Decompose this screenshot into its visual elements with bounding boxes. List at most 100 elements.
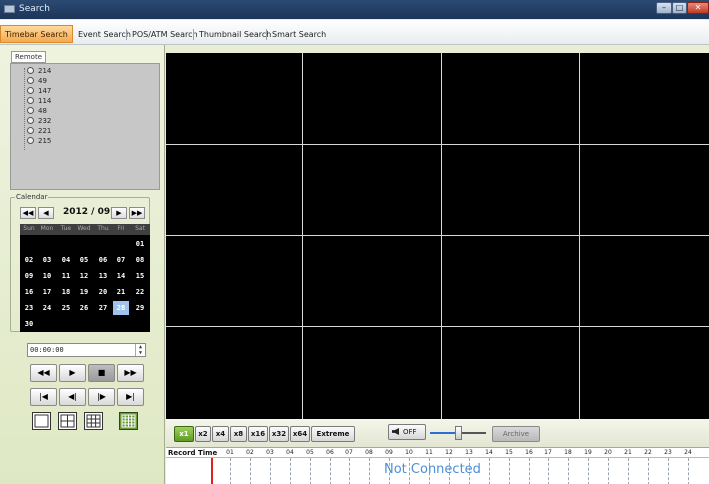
calendar-day[interactable]: 14 — [113, 269, 129, 283]
close-button[interactable]: ✕ — [687, 2, 709, 14]
timeline-hour-label: 14 — [485, 449, 493, 456]
connection-status: Not Connected — [384, 462, 481, 477]
prev-month-button[interactable]: ◀ — [38, 207, 54, 219]
calendar-day[interactable]: 18 — [58, 285, 74, 299]
timeline-hour-line — [369, 458, 370, 484]
calendar-day[interactable]: 25 — [58, 301, 74, 315]
calendar-day[interactable]: 05 — [76, 253, 92, 267]
record-timeline[interactable]: Record Time 01 02 03 04 05 06 07 08 09 10 11 12 13 14… — [166, 447, 709, 484]
go-to-start-button[interactable]: |◀ — [30, 388, 57, 406]
camera-item[interactable]: 147 — [27, 86, 51, 96]
calendar-day[interactable]: 29 — [132, 301, 148, 315]
calendar-day[interactable]: 28 — [113, 301, 129, 315]
calendar-day[interactable]: 23 — [21, 301, 37, 315]
camera-item[interactable]: 114 — [27, 96, 51, 106]
go-to-end-button[interactable]: ▶| — [117, 388, 144, 406]
calendar-day[interactable]: 06 — [95, 253, 111, 267]
calendar-day[interactable]: 21 — [113, 285, 129, 299]
speed-x64-button[interactable]: x64 — [290, 426, 310, 442]
weekday-label: Wed — [77, 225, 91, 232]
tab-thumbnail-search[interactable]: Thumbnail Search — [195, 27, 275, 42]
timeline-hour-label: 19 — [584, 449, 592, 456]
volume-slider[interactable] — [428, 426, 488, 442]
calendar-day[interactable]: 10 — [39, 269, 55, 283]
speed-x16-button[interactable]: x16 — [248, 426, 268, 442]
stop-button[interactable]: ■ — [88, 364, 115, 382]
fast-rewind-button[interactable]: ◀◀ — [30, 364, 57, 382]
time-input[interactable]: 00:00:00 ▲ ▼ — [27, 343, 146, 357]
fast-forward-button[interactable]: ▶▶ — [117, 364, 144, 382]
volume-thumb[interactable] — [455, 426, 462, 440]
calendar-day[interactable]: 13 — [95, 269, 111, 283]
timeline-playhead[interactable] — [211, 458, 213, 484]
camera-icon — [27, 137, 34, 144]
camera-item[interactable]: 221 — [27, 126, 51, 136]
speaker-icon — [392, 428, 399, 435]
timeline-hour-line — [349, 458, 350, 484]
timeline-hour-line — [548, 458, 549, 484]
video-grid[interactable] — [166, 53, 709, 419]
tab-pos-atm-search[interactable]: POS/ATM Search — [128, 27, 202, 42]
calendar-day[interactable]: 01 — [132, 237, 148, 251]
camera-tree: 214 49 147 114 48 232 221 215 — [10, 63, 160, 190]
calendar-day[interactable]: 26 — [76, 301, 92, 315]
tab-smart-search[interactable]: Smart Search — [268, 27, 330, 42]
timeline-hour-label: 22 — [644, 449, 652, 456]
remote-tab[interactable]: Remote — [11, 51, 47, 63]
minimize-button[interactable]: – — [656, 2, 672, 14]
camera-icon — [27, 87, 34, 94]
layout-1x1-button[interactable] — [32, 412, 51, 430]
calendar-day[interactable]: 30 — [21, 317, 37, 331]
mute-label: OFF — [403, 428, 417, 436]
calendar-day[interactable]: 17 — [39, 285, 55, 299]
calendar-day[interactable]: 07 — [113, 253, 129, 267]
speed-x1-button[interactable]: x1 — [174, 426, 194, 442]
speed-extreme-button[interactable]: Extreme — [311, 426, 355, 442]
calendar-day[interactable]: 08 — [132, 253, 148, 267]
prev-year-button[interactable]: ◀◀ — [20, 207, 36, 219]
calendar-day[interactable]: 09 — [21, 269, 37, 283]
speed-x32-button[interactable]: x32 — [269, 426, 289, 442]
calendar-day[interactable]: 03 — [39, 253, 55, 267]
layout-2x2-button[interactable] — [58, 412, 77, 430]
layout-4x4-button[interactable] — [119, 412, 138, 430]
speed-x2-button[interactable]: x2 — [195, 426, 211, 442]
archive-button[interactable]: Archive — [492, 426, 540, 442]
camera-item[interactable]: 48 — [27, 106, 47, 116]
calendar-day[interactable]: 04 — [58, 253, 74, 267]
grid-divider — [302, 53, 303, 419]
speed-x8-button[interactable]: x8 — [230, 426, 247, 442]
mute-button[interactable]: OFF — [388, 424, 426, 440]
grid-divider — [441, 53, 442, 419]
calendar-day[interactable]: 22 — [132, 285, 148, 299]
timeline-hour-label: 08 — [365, 449, 373, 456]
next-month-button[interactable]: ▶ — [111, 207, 127, 219]
step-forward-button[interactable]: |▶ — [88, 388, 115, 406]
quad-view-icon — [60, 414, 75, 428]
calendar-day[interactable]: 15 — [132, 269, 148, 283]
calendar-day[interactable]: 24 — [39, 301, 55, 315]
time-spinner[interactable]: ▲ ▼ — [135, 344, 145, 356]
calendar-day[interactable]: 11 — [58, 269, 74, 283]
spin-down-icon[interactable]: ▼ — [136, 350, 145, 356]
play-button[interactable]: ▶ — [59, 364, 86, 382]
camera-item[interactable]: 49 — [27, 76, 47, 86]
camera-item[interactable]: 232 — [27, 116, 51, 126]
step-back-button[interactable]: ◀| — [59, 388, 86, 406]
maximize-button[interactable]: □ — [672, 2, 687, 14]
calendar-day[interactable]: 20 — [95, 285, 111, 299]
camera-item[interactable]: 214 — [27, 66, 51, 76]
speed-x4-button[interactable]: x4 — [212, 426, 229, 442]
next-year-button[interactable]: ▶▶ — [129, 207, 145, 219]
layout-3x3-button[interactable] — [84, 412, 103, 430]
calendar-day[interactable]: 19 — [76, 285, 92, 299]
timeline-hour-label: 04 — [286, 449, 294, 456]
calendar-day[interactable]: 02 — [21, 253, 37, 267]
timeline-hour-line — [489, 458, 490, 484]
camera-item[interactable]: 215 — [27, 136, 51, 146]
calendar-day[interactable]: 27 — [95, 301, 111, 315]
calendar-day[interactable]: 12 — [76, 269, 92, 283]
calendar-day[interactable]: 16 — [21, 285, 37, 299]
time-value: 00:00:00 — [30, 346, 64, 354]
tab-timebar-search[interactable]: Timebar Search — [0, 25, 73, 43]
